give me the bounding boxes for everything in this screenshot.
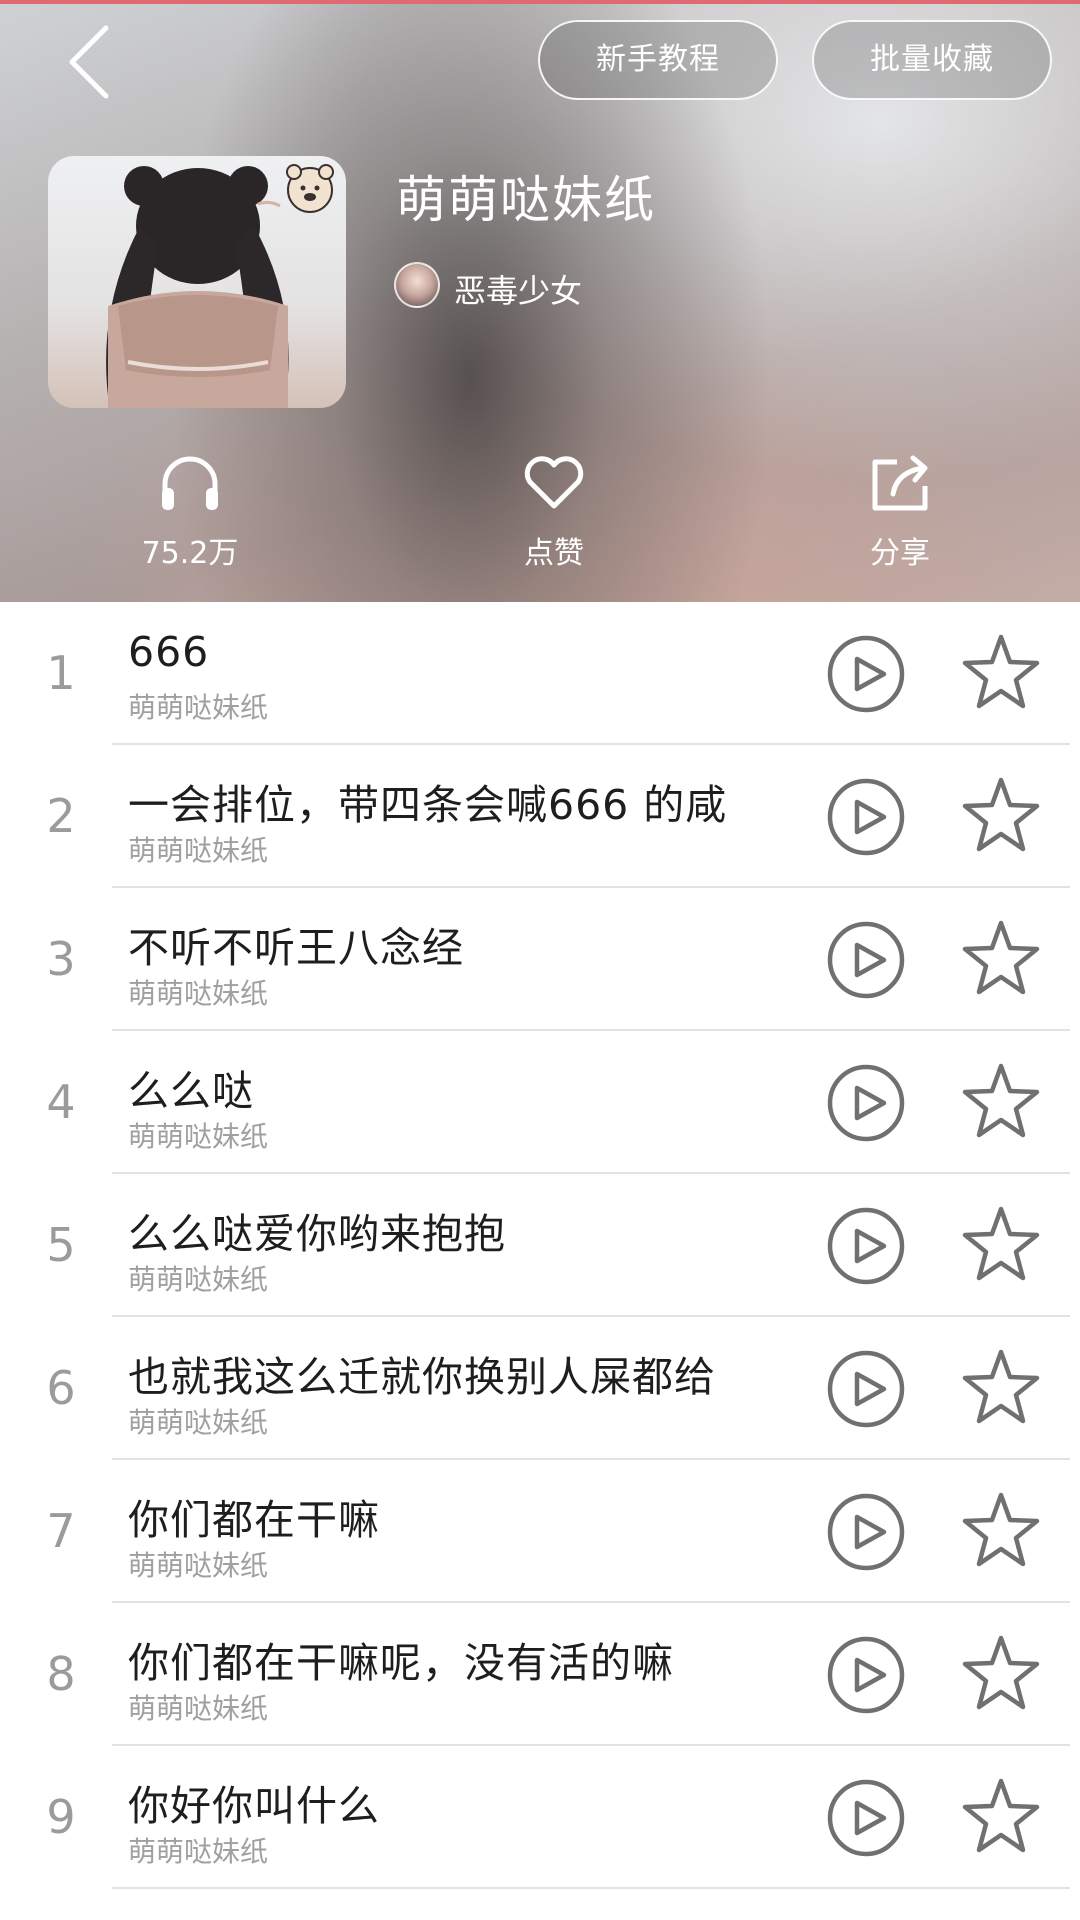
album-header: 新手教程 批量收藏 萌萌哒妹纸 恶毒少女 75.2万 点赞 分享 <box>0 0 1080 602</box>
song-index: 4 <box>46 1075 76 1129</box>
song-row[interactable]: 9 你好你叫什么 萌萌哒妹纸 <box>0 1746 1080 1889</box>
favorite-button[interactable] <box>960 918 1042 1000</box>
song-artist: 萌萌哒妹纸 <box>128 1549 269 1582</box>
play-circle-icon <box>827 921 905 999</box>
song-artist: 萌萌哒妹纸 <box>128 977 269 1010</box>
song-list: 1 666 萌萌哒妹纸 2 一会排位，带四条会喊666 的咸 萌萌哒妹纸 3 不… <box>0 602 1080 1889</box>
song-title: 么么哒 <box>128 1067 254 1115</box>
favorite-button[interactable] <box>960 632 1042 714</box>
song-title: 你们都在干嘛 <box>128 1496 380 1544</box>
play-button[interactable] <box>826 1349 906 1429</box>
play-button[interactable] <box>826 1063 906 1143</box>
song-row[interactable]: 8 你们都在干嘛呢，没有活的嘛 萌萌哒妹纸 <box>0 1603 1080 1746</box>
play-button[interactable] <box>826 1492 906 1572</box>
play-count-stat: 75.2万 <box>90 450 290 572</box>
play-button[interactable] <box>826 1206 906 1286</box>
author-name[interactable]: 恶毒少女 <box>454 266 582 312</box>
play-button[interactable] <box>826 1778 906 1858</box>
song-artist: 萌萌哒妹纸 <box>128 1120 269 1153</box>
star-icon <box>962 920 1040 995</box>
tutorial-button[interactable]: 新手教程 <box>538 20 778 100</box>
star-icon <box>962 634 1040 709</box>
song-artist: 萌萌哒妹纸 <box>128 1835 269 1868</box>
favorite-button[interactable] <box>960 1204 1042 1286</box>
album-title: 萌萌哒妹纸 <box>396 171 656 229</box>
song-artist: 萌萌哒妹纸 <box>128 834 269 867</box>
top-accent-line <box>0 0 1080 4</box>
song-artist: 萌萌哒妹纸 <box>128 1692 269 1725</box>
play-button[interactable] <box>826 920 906 1000</box>
star-icon <box>962 1063 1040 1138</box>
song-row[interactable]: 1 666 萌萌哒妹纸 <box>0 602 1080 745</box>
song-index: 8 <box>46 1647 76 1701</box>
favorite-button[interactable] <box>960 1347 1042 1429</box>
play-circle-icon <box>827 1779 905 1857</box>
play-circle-icon <box>827 1064 905 1142</box>
song-title: 么么哒爱你哟来抱抱 <box>128 1210 506 1258</box>
star-icon <box>962 1635 1040 1710</box>
song-title: 你们都在干嘛呢，没有活的嘛 <box>128 1639 674 1687</box>
play-circle-icon <box>827 1207 905 1285</box>
song-row[interactable]: 7 你们都在干嘛 萌萌哒妹纸 <box>0 1460 1080 1603</box>
song-artist: 萌萌哒妹纸 <box>128 1263 269 1296</box>
song-title: 也就我这么迁就你换别人屎都给 <box>128 1353 716 1401</box>
star-icon <box>962 777 1040 852</box>
row-divider <box>112 1887 1070 1889</box>
star-icon <box>962 1778 1040 1853</box>
song-title: 666 <box>128 628 210 676</box>
play-button[interactable] <box>826 1635 906 1715</box>
star-icon <box>962 1492 1040 1567</box>
play-count-label: 75.2万 <box>141 536 239 571</box>
play-circle-icon <box>827 778 905 856</box>
play-circle-icon <box>827 1493 905 1571</box>
song-row[interactable]: 5 么么哒爱你哟来抱抱 萌萌哒妹纸 <box>0 1174 1080 1317</box>
favorite-button[interactable] <box>960 1776 1042 1858</box>
favorite-button[interactable] <box>960 1633 1042 1715</box>
song-title: 一会排位，带四条会喊666 的咸 <box>128 781 728 829</box>
song-artist: 萌萌哒妹纸 <box>128 691 269 724</box>
star-icon <box>962 1349 1040 1424</box>
heart-icon <box>454 450 654 516</box>
favorite-button[interactable] <box>960 775 1042 857</box>
back-chevron-icon <box>69 25 109 99</box>
song-title: 不听不听王八念经 <box>128 924 464 972</box>
favorite-button[interactable] <box>960 1061 1042 1143</box>
share-button[interactable]: 分享 <box>800 450 1000 572</box>
back-button[interactable] <box>62 22 122 102</box>
song-title: 你好你叫什么 <box>128 1782 380 1830</box>
song-index: 5 <box>46 1218 76 1272</box>
song-row[interactable]: 3 不听不听王八念经 萌萌哒妹纸 <box>0 888 1080 1031</box>
headphones-icon <box>90 450 290 516</box>
song-index: 2 <box>46 789 76 843</box>
song-row[interactable]: 4 么么哒 萌萌哒妹纸 <box>0 1031 1080 1174</box>
star-icon <box>962 1206 1040 1281</box>
play-circle-icon <box>827 1636 905 1714</box>
play-button[interactable] <box>826 777 906 857</box>
song-index: 9 <box>46 1790 76 1844</box>
author-avatar[interactable] <box>394 262 440 308</box>
like-label: 点赞 <box>524 536 584 571</box>
like-button[interactable]: 点赞 <box>454 450 654 572</box>
song-artist: 萌萌哒妹纸 <box>128 1406 269 1439</box>
share-icon <box>800 450 1000 516</box>
song-index: 3 <box>46 932 76 986</box>
play-circle-icon <box>827 635 905 713</box>
song-index: 6 <box>46 1361 76 1415</box>
share-label: 分享 <box>870 536 930 571</box>
song-index: 1 <box>46 646 76 700</box>
album-cover-image <box>48 156 346 408</box>
song-row[interactable]: 2 一会排位，带四条会喊666 的咸 萌萌哒妹纸 <box>0 745 1080 888</box>
play-circle-icon <box>827 1350 905 1428</box>
song-index: 7 <box>46 1504 76 1558</box>
play-button[interactable] <box>826 634 906 714</box>
favorite-button[interactable] <box>960 1490 1042 1572</box>
batch-collect-button[interactable]: 批量收藏 <box>812 20 1052 100</box>
song-row[interactable]: 6 也就我这么迁就你换别人屎都给 萌萌哒妹纸 <box>0 1317 1080 1460</box>
